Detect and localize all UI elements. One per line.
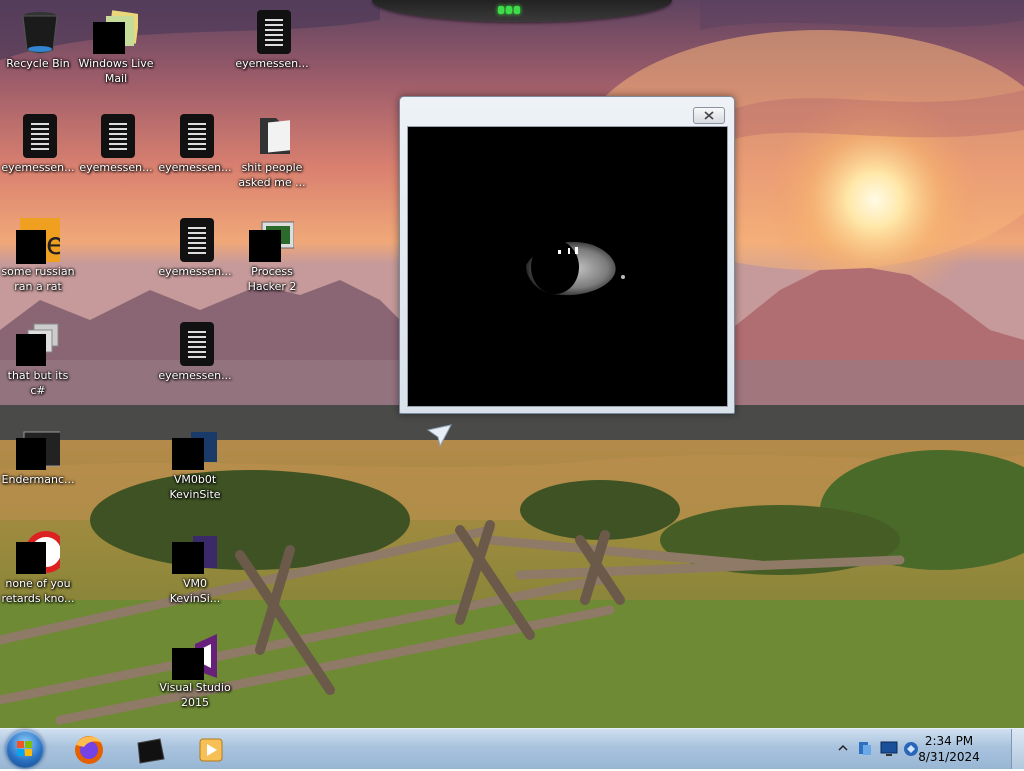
desktop-icon-some-russian-ran-a-rat[interactable]: e some russian ran a rat <box>0 212 76 308</box>
redaction-block <box>16 334 46 366</box>
desktop-icon-none-of-you[interactable]: none of you retards kno... <box>0 524 76 620</box>
taskbar-tablet-app-button[interactable] <box>124 731 178 767</box>
network-icon[interactable] <box>856 740 874 758</box>
show-hidden-icons-chevron-icon[interactable] <box>838 743 848 753</box>
recycle-bin-icon <box>22 12 58 54</box>
eye-image <box>526 240 625 296</box>
windows-logo-icon <box>17 741 32 756</box>
redaction-block <box>16 230 46 264</box>
redaction-block <box>93 22 125 54</box>
close-icon <box>704 111 714 120</box>
status-led <box>514 6 520 14</box>
redaction-block <box>16 542 46 574</box>
text-file-icon <box>180 322 214 366</box>
folder-icon <box>260 118 290 154</box>
desktop-icon-vm0-kevinsi[interactable]: VM0 KevinSi... <box>157 524 233 620</box>
eye-image-viewport <box>407 126 728 407</box>
mouse-cursor-icon <box>427 424 452 448</box>
desktop-icon-vm0b0t-kevinsite[interactable]: VM0b0t KevinSite <box>157 420 233 516</box>
desktop-icon-text-file[interactable]: eyemessen... <box>78 108 154 204</box>
desktop-icon-process-hacker-2[interactable]: Process Hacker 2 <box>234 212 310 308</box>
clock-date: 8/31/2024 <box>918 750 980 764</box>
taskbar-firefox-button[interactable] <box>62 731 116 767</box>
desktop-icon-folder[interactable]: shit people asked me ... <box>234 108 310 204</box>
start-button[interactable] <box>6 730 44 768</box>
desktop-icon-text-file[interactable]: eyemessen... <box>157 108 233 204</box>
desktop-icon-visual-studio-2015[interactable]: Visual Studio 2015 <box>157 628 233 724</box>
desktop-icon-endermanc[interactable]: Endermanc... <box>0 420 76 516</box>
desktop-icon-windows-live-mail[interactable]: Windows Live Mail <box>78 4 154 100</box>
redaction-block <box>172 648 204 680</box>
taskbar: 2:34 PM 8/31/2024 <box>0 728 1024 769</box>
system-tray: 2:34 PM 8/31/2024 <box>834 729 1024 769</box>
status-led <box>498 6 504 14</box>
desktop-icon-that-but-its-csharp[interactable]: that but its c# <box>0 316 76 412</box>
redaction-block <box>172 542 204 574</box>
display-icon[interactable] <box>880 741 898 757</box>
status-led <box>506 6 512 14</box>
text-file-icon <box>101 114 135 158</box>
window-close-button[interactable] <box>693 107 725 124</box>
text-file-icon <box>180 114 214 158</box>
redaction-block <box>172 438 204 470</box>
redaction-block <box>249 230 281 262</box>
eye-window[interactable] <box>399 96 735 414</box>
show-desktop-button[interactable] <box>1011 729 1024 769</box>
tablet-app-icon <box>137 738 165 764</box>
text-file-icon <box>23 114 57 158</box>
desktop-icon-recycle-bin[interactable]: Recycle Bin <box>0 4 76 100</box>
taskbar-media-player-button[interactable] <box>184 731 238 767</box>
desktop-icon-text-file[interactable]: eyemessen... <box>234 4 310 100</box>
desktop-icon-text-file[interactable]: eyemessen... <box>0 108 76 204</box>
clock-time: 2:34 PM <box>924 734 974 748</box>
text-file-icon <box>257 10 291 54</box>
svg-text:e: e <box>46 227 60 262</box>
redaction-block <box>16 438 46 470</box>
media-player-icon <box>199 738 223 762</box>
desktop-icon-text-file[interactable]: eyemessen... <box>157 212 233 308</box>
firefox-icon <box>75 736 103 764</box>
text-file-icon <box>180 218 214 262</box>
system-clock[interactable]: 2:34 PM 8/31/2024 <box>914 733 984 765</box>
desktop-icon-text-file[interactable]: eyemessen... <box>157 316 233 412</box>
